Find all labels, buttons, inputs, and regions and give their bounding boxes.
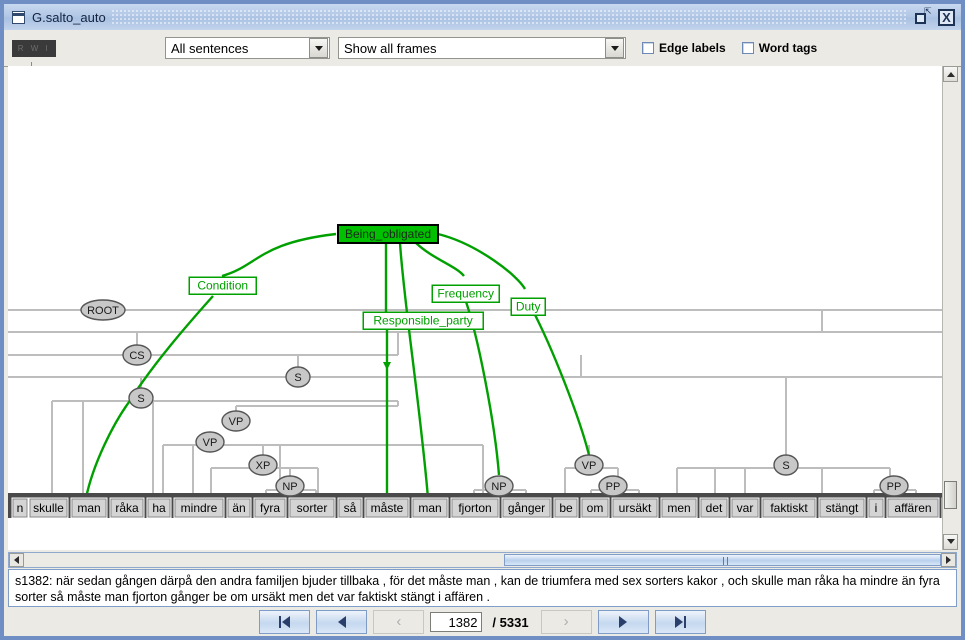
sentence-text: s1382: när sedan gången därpå den andra … [8, 569, 957, 607]
svg-text:n: n [17, 501, 24, 515]
edge-labels-label: Edge labels [659, 41, 726, 55]
next-match-button[interactable]: › [540, 610, 592, 634]
triangle-right-icon [614, 616, 632, 628]
svg-text:man: man [418, 501, 441, 515]
skip-first-icon [276, 616, 294, 628]
toolbar: R W I L All sentences Show all frames Ed… [4, 30, 961, 70]
svg-text:i: i [875, 501, 878, 515]
sentence-filter-value: All sentences [171, 40, 249, 56]
svg-text:VP: VP [582, 460, 597, 472]
title-bar: G.salto_auto ⇱ X [4, 4, 961, 31]
svg-text:Frequency: Frequency [437, 287, 494, 301]
svg-text:ROOT: ROOT [87, 305, 119, 317]
svg-text:råka: råka [115, 501, 139, 515]
next-button[interactable] [597, 610, 649, 634]
svg-text:S: S [782, 460, 789, 472]
svg-text:VP: VP [229, 416, 244, 428]
skip-last-icon [671, 616, 689, 628]
svg-text:PP: PP [887, 481, 902, 493]
chevron-right-icon: › [563, 613, 569, 630]
svg-text:sorter: sorter [297, 501, 328, 515]
svg-text:CS: CS [129, 350, 144, 362]
syntax-graph[interactable]: n skulle man råka ha mindre än fyra sorter så måst… [8, 66, 942, 550]
svg-text:fjorton: fjorton [458, 501, 491, 515]
svg-text:Being_obligated: Being_obligated [345, 227, 431, 241]
svg-text:faktiskt: faktiskt [770, 501, 808, 515]
horizontal-scroll-thumb[interactable] [504, 554, 941, 566]
horizontal-scrollbar[interactable] [8, 552, 957, 568]
vertical-scroll-thumb[interactable] [944, 481, 957, 509]
arrow-right-icon[interactable] [941, 553, 956, 567]
svg-text:var: var [737, 501, 754, 515]
svg-text:VP: VP [203, 437, 218, 449]
triangle-left-icon [333, 616, 351, 628]
svg-text:Responsible_party: Responsible_party [373, 314, 472, 328]
window-icon [12, 10, 25, 24]
restore-arrow-icon: ⇱ [924, 6, 932, 16]
chevron-down-icon[interactable] [309, 38, 328, 58]
close-button[interactable]: X [938, 8, 955, 26]
svg-text:fyra: fyra [260, 501, 280, 515]
svg-text:affären: affären [894, 501, 931, 515]
svg-text:men: men [667, 501, 690, 515]
frame-filter-value: Show all frames [344, 40, 437, 56]
word-tags-checkbox[interactable]: Word tags [741, 41, 818, 55]
frame-filter-dropdown[interactable]: Show all frames [338, 37, 626, 59]
svg-text:mindre: mindre [181, 501, 218, 515]
first-button[interactable] [259, 610, 311, 634]
svg-text:Condition: Condition [197, 279, 248, 293]
svg-text:stängt: stängt [826, 501, 859, 515]
chevron-down-icon[interactable] [605, 38, 624, 58]
svg-text:PP: PP [606, 481, 621, 493]
svg-text:S: S [294, 372, 301, 384]
navigation-bar: ‹ 1382 / 5331 › [8, 608, 957, 636]
word-tags-label: Word tags [758, 41, 818, 55]
total-pages-label: / 5331 [492, 614, 529, 630]
svg-text:gånger: gånger [508, 501, 545, 515]
mode-indicator[interactable]: R W I L [12, 39, 56, 70]
last-button[interactable] [654, 610, 706, 634]
previous-match-button[interactable]: ‹ [373, 610, 425, 634]
svg-text:Duty: Duty [516, 300, 541, 314]
checkbox-box[interactable] [642, 42, 654, 54]
svg-text:NP: NP [282, 481, 297, 493]
svg-text:NP: NP [491, 481, 506, 493]
graph-canvas[interactable]: n skulle man råka ha mindre än fyra sorter så måst… [8, 66, 942, 550]
svg-text:det: det [706, 501, 723, 515]
edge-labels-checkbox[interactable]: Edge labels [642, 41, 726, 55]
application-window: G.salto_auto ⇱ X R W I L All sentences S… [0, 0, 965, 640]
svg-text:be: be [559, 501, 573, 515]
chevron-left-icon: ‹ [396, 613, 402, 630]
arrow-up-icon[interactable] [943, 66, 958, 82]
svg-text:man: man [77, 501, 100, 515]
svg-text:skulle: skulle [33, 501, 64, 515]
svg-text:måste: måste [371, 501, 404, 515]
restore-button[interactable]: ⇱ [914, 6, 932, 26]
previous-button[interactable] [316, 610, 368, 634]
svg-text:än: än [232, 501, 245, 515]
page-number-input[interactable]: 1382 [430, 612, 483, 632]
arrow-down-icon[interactable] [943, 534, 958, 550]
svg-text:om: om [587, 501, 604, 515]
svg-text:XP: XP [256, 460, 271, 472]
arrow-left-icon[interactable] [9, 553, 24, 567]
svg-text:ursäkt: ursäkt [619, 501, 652, 515]
svg-text:S: S [137, 393, 144, 405]
svg-text:så: så [344, 501, 357, 515]
vertical-scrollbar[interactable] [942, 66, 958, 550]
svg-text:ha: ha [152, 501, 166, 515]
sentence-filter-dropdown[interactable]: All sentences [165, 37, 330, 59]
close-icon: X [942, 9, 951, 25]
window-title: G.salto_auto [32, 9, 106, 25]
checkbox-box[interactable] [741, 42, 754, 54]
title-bar-texture [111, 10, 908, 24]
